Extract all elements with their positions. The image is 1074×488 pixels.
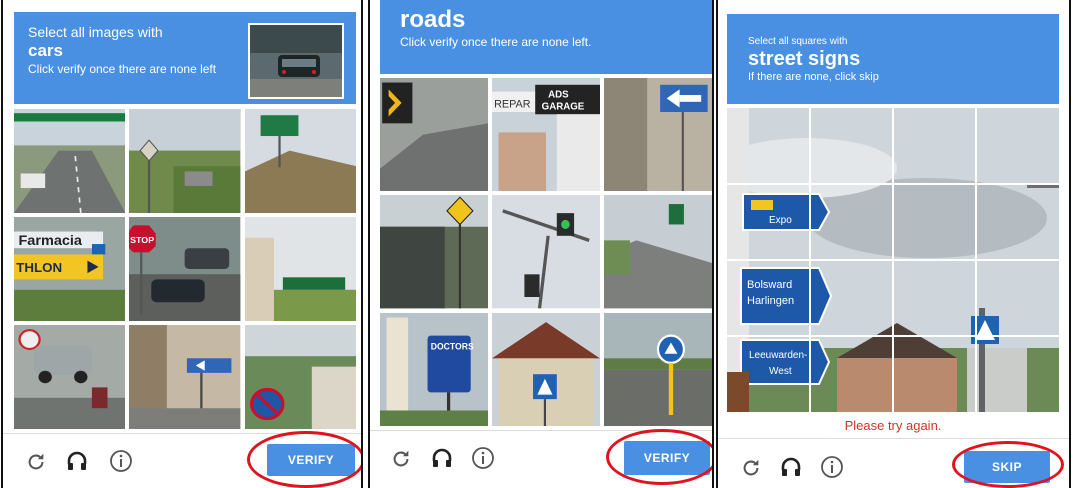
verify-button[interactable]: VERIFY <box>624 441 710 475</box>
image-grid: Farmacia THLON STOP <box>14 109 356 429</box>
target-label: roads <box>400 6 466 33</box>
grid-tile[interactable] <box>604 195 712 309</box>
grid-tile[interactable] <box>604 312 712 426</box>
grid-tile[interactable] <box>380 78 488 192</box>
instruction-subtext: Click verify once there are none left. <box>400 35 592 49</box>
error-message: Please try again. <box>844 418 942 433</box>
grid-tile[interactable]: DOCTORS <box>380 312 488 426</box>
instruction-subtext: If there are none, click skip <box>748 71 879 83</box>
sign-bolsward-harlingen: Bolsward Harlingen <box>740 267 833 325</box>
target-label: street signs <box>748 48 861 70</box>
info-icon[interactable] <box>819 454 845 480</box>
captcha-header: roads Click verify once there are none l… <box>380 0 712 74</box>
repar-sign-text: REPAR <box>494 98 530 110</box>
captcha-header: Select all images with cars Click verify… <box>14 12 356 104</box>
stop-sign-text: STOP <box>130 235 154 245</box>
footer-divider <box>370 430 712 431</box>
footer-divider <box>718 438 1069 439</box>
svg-text:Expo: Expo <box>769 215 792 226</box>
grid-tile[interactable] <box>492 195 600 309</box>
reload-icon[interactable] <box>738 455 764 481</box>
grid-tile[interactable] <box>244 109 356 213</box>
grid-tile[interactable] <box>14 325 126 429</box>
doctors-sign-text: DOCTORS <box>431 341 474 351</box>
captcha-panel-street-signs: Select all squares with street signs If … <box>716 0 1071 488</box>
ads-sign-text: ADS <box>548 89 569 100</box>
footer-divider <box>3 433 361 434</box>
grid-tile[interactable]: STOP <box>129 217 241 321</box>
info-icon[interactable] <box>470 445 496 471</box>
street-photo: Expo Bolsward Harlingen Leeuwarden- West <box>727 108 1059 412</box>
image-grid: REPAR ADS GARAGE DOCTORS <box>380 78 712 426</box>
svg-text:Bolsward: Bolsward <box>747 279 792 291</box>
reload-icon[interactable] <box>388 446 414 472</box>
thlon-sign-text: THLON <box>16 261 62 275</box>
info-icon[interactable] <box>108 448 134 474</box>
example-car-image <box>250 25 342 97</box>
captcha-panel-cars: Select all images with cars Click verify… <box>1 0 363 488</box>
grid-tile[interactable] <box>492 312 600 426</box>
grid-tile[interactable]: Farmacia THLON <box>14 217 126 321</box>
svg-text:Harlingen: Harlingen <box>747 295 794 307</box>
garage-sign-text: GARAGE <box>542 102 585 113</box>
farmacia-sign-text: Farmacia <box>18 233 82 248</box>
captcha-panel-roads: roads Click verify once there are none l… <box>368 0 714 488</box>
reload-icon[interactable] <box>23 449 49 475</box>
grid-tile[interactable] <box>380 195 488 309</box>
svg-text:Leeuwarden-: Leeuwarden- <box>749 350 807 361</box>
skip-button[interactable]: SKIP <box>964 451 1050 483</box>
grid-tile[interactable]: REPAR ADS GARAGE <box>492 78 600 192</box>
verify-button[interactable]: VERIFY <box>267 444 355 476</box>
sign-expo: Expo <box>742 193 831 231</box>
headphones-icon[interactable] <box>429 445 455 471</box>
example-image <box>248 23 344 99</box>
grid-tile[interactable] <box>604 78 712 192</box>
instruction-text: Select all squares with <box>748 36 848 47</box>
svg-text:West: West <box>769 366 792 377</box>
grid-tile[interactable] <box>244 325 356 429</box>
headphones-icon[interactable] <box>64 448 90 474</box>
grid-tile[interactable] <box>244 217 356 321</box>
grid-tile[interactable] <box>129 325 241 429</box>
grid-tile[interactable] <box>14 109 126 213</box>
headphones-icon[interactable] <box>778 454 804 480</box>
grid-tile[interactable] <box>129 109 241 213</box>
captcha-header: Select all squares with street signs If … <box>727 14 1059 104</box>
sign-leeuwarden-west: Leeuwarden- West <box>740 339 831 385</box>
